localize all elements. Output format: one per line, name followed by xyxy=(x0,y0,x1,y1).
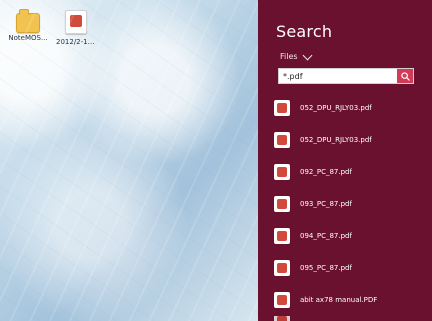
pdf-icon xyxy=(274,260,290,276)
desktop-wallpaper: NoteMOS... 2012/2-16... xyxy=(0,0,258,321)
pdf-icon xyxy=(65,10,87,34)
search-result-name: 052_DPU_RJLY03.pdf xyxy=(300,136,372,144)
search-result[interactable]: 093_PC_87.pdf xyxy=(272,188,428,220)
search-scope-filter[interactable]: Files xyxy=(280,50,313,61)
search-scope-label: Files xyxy=(280,52,298,61)
screen: NoteMOS... 2012/2-16... Search Files *.p… xyxy=(0,0,432,321)
search-result[interactable]: 052_DPU_RJLY03.pdf xyxy=(272,124,428,156)
search-result-name: ... xyxy=(300,317,307,321)
search-input[interactable] xyxy=(283,70,395,82)
search-result-name: 095_PC_87.pdf xyxy=(300,264,352,272)
search-result-partial[interactable]: ... xyxy=(272,316,428,321)
search-result-name: 052_DPU_RJLY03.pdf xyxy=(300,104,372,112)
search-results: 052_DPU_RJLY03.pdf 052_DPU_RJLY03.pdf 09… xyxy=(272,92,428,321)
search-result-name: 093_PC_87.pdf xyxy=(300,200,352,208)
pdf-icon xyxy=(274,132,290,148)
pdf-icon xyxy=(274,228,290,244)
search-result[interactable]: 094_PC_87.pdf xyxy=(272,220,428,252)
search-result-name: 094_PC_87.pdf xyxy=(300,232,352,240)
search-box xyxy=(278,68,414,84)
folder-icon xyxy=(16,9,40,33)
search-result[interactable]: abit ax78 manual.PDF xyxy=(272,284,428,316)
search-charm-panel: Search Files 052_DPU_RJLY03.pdf 052_DPU_… xyxy=(258,0,432,321)
desktop-folder-label: NoteMOS... xyxy=(8,34,48,42)
search-result-name: abit ax78 manual.PDF xyxy=(300,296,378,304)
pdf-icon xyxy=(274,164,290,180)
search-title: Search xyxy=(276,22,333,41)
search-result[interactable]: 095_PC_87.pdf xyxy=(272,252,428,284)
pdf-icon xyxy=(274,100,290,116)
desktop-pdf-label: 2012/2-16... xyxy=(56,38,96,46)
pdf-icon xyxy=(274,292,290,308)
pdf-icon xyxy=(274,316,290,321)
search-result-name: 092_PC_87.pdf xyxy=(300,168,352,176)
search-result[interactable]: 052_DPU_RJLY03.pdf xyxy=(272,92,428,124)
search-button[interactable] xyxy=(397,69,413,83)
search-result[interactable]: 092_PC_87.pdf xyxy=(272,156,428,188)
search-icon xyxy=(401,72,410,81)
desktop-folder[interactable]: NoteMOS... xyxy=(8,9,48,42)
pdf-icon xyxy=(274,196,290,212)
chevron-down-icon xyxy=(302,50,313,61)
desktop-pdf[interactable]: 2012/2-16... xyxy=(56,10,96,46)
